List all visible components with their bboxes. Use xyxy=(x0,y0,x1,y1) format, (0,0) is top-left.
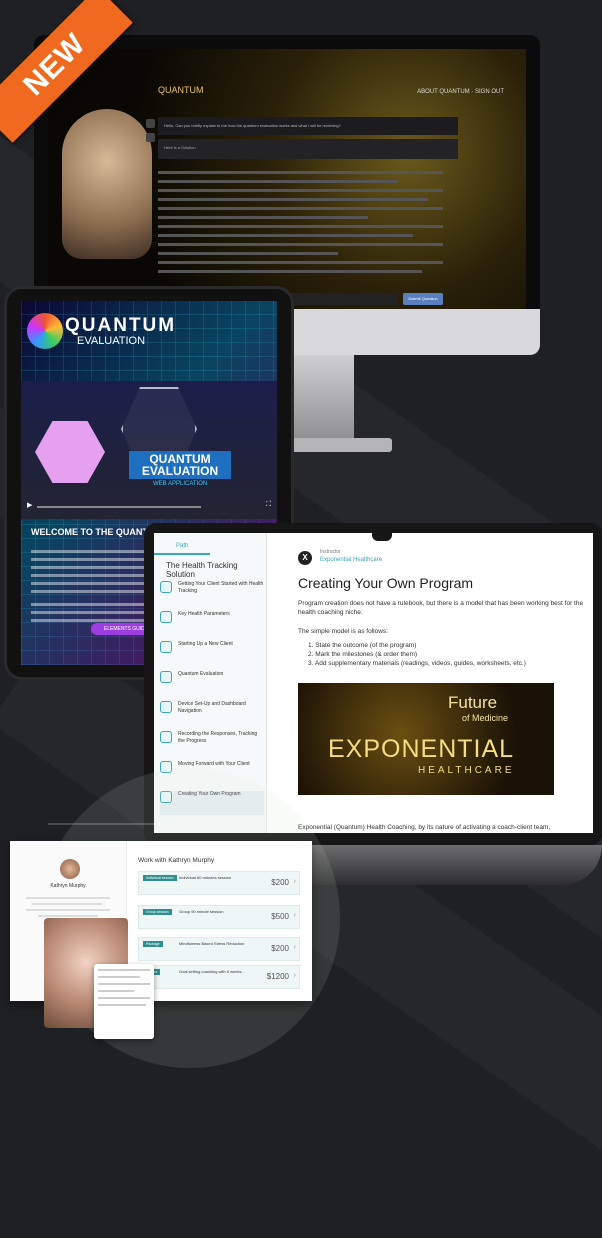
video-subtitle: WEB APPLICATION xyxy=(153,481,208,487)
lesson-item[interactable]: Starting Up a New Client xyxy=(160,641,264,665)
offer-title: Goal setting coaching with 6 weeks... xyxy=(179,969,245,974)
check-icon xyxy=(160,731,172,743)
bio-line xyxy=(26,897,110,899)
content-title: Creating Your Own Program xyxy=(298,575,474,591)
step-item: 2. Mark the milestones (& order them) xyxy=(308,651,418,658)
decorative-line xyxy=(48,823,278,825)
track-title: The Health Tracking Solution xyxy=(166,561,238,579)
course-banner-image: Future of Medicine EXPONENTIAL HEALTHCAR… xyxy=(298,683,554,795)
top-nav[interactable]: ABOUT QUANTUM · SIGN OUT xyxy=(417,89,504,95)
lesson-item[interactable]: Quantum Evaluation xyxy=(160,671,264,695)
offer-price: $200 xyxy=(271,944,289,953)
chevron-right-icon[interactable]: › xyxy=(294,972,296,979)
content-footer-text: Exponential (Quantum) Health Coaching, b… xyxy=(298,824,551,831)
offer-title: Group 90 minute session xyxy=(179,909,224,914)
model-intro: The simple model is as follows: xyxy=(298,628,388,635)
bio-line xyxy=(26,909,110,911)
bio-line xyxy=(32,903,102,905)
hexagon-panel xyxy=(35,421,105,483)
brand-title: QUANTUM xyxy=(65,315,177,336)
copy-icon[interactable] xyxy=(146,119,155,128)
chat-answer-body xyxy=(158,165,458,285)
check-icon xyxy=(160,671,172,683)
work-title: Work with Kathryn Murphy xyxy=(138,857,215,864)
video-progress[interactable] xyxy=(37,506,201,508)
brand-subtitle: EVALUATION xyxy=(77,335,146,347)
video-player[interactable]: QUANTUM EVALUATION WEB APPLICATION ▶ ⛶ xyxy=(21,381,277,519)
quantum-logo-icon xyxy=(27,313,63,349)
offer-title: Mindfulness Based Stress Reduction xyxy=(179,941,245,946)
check-icon xyxy=(160,611,172,623)
check-icon xyxy=(160,701,172,713)
welcome-heading: WELCOME TO THE QUANTUM xyxy=(31,527,162,537)
offer-row[interactable]: Individual session Individual 60 minutes… xyxy=(138,871,300,895)
fullscreen-icon[interactable]: ⛶ xyxy=(266,501,271,509)
tab-underline xyxy=(154,553,210,555)
offer-price: $1200 xyxy=(266,972,289,981)
offer-tag: Individual session xyxy=(143,875,177,881)
chat-answer-header: Here is a Solution xyxy=(158,139,458,159)
instructor-avatar-icon: X xyxy=(298,551,312,565)
message-card xyxy=(94,964,154,1039)
chevron-right-icon[interactable]: › xyxy=(294,878,296,885)
offer-title: Individual 60 minutes session xyxy=(179,875,232,880)
banner-exponential: EXPONENTIAL xyxy=(328,735,515,763)
check-icon xyxy=(160,581,172,593)
step-item: 3. Add supplementary materials (readings… xyxy=(308,660,526,667)
tab-path[interactable]: Path xyxy=(176,543,188,549)
offer-price: $500 xyxy=(271,912,289,921)
ai-face-image xyxy=(62,109,152,259)
banner-healthcare: HEALTHCARE xyxy=(418,765,515,776)
banner-of-medicine: of Medicine xyxy=(462,713,509,723)
offer-tag: Package xyxy=(143,941,163,947)
camera-notch xyxy=(372,531,392,541)
offer-tag: Group session xyxy=(143,909,172,915)
offer-row[interactable]: Course Goal setting coaching with 6 week… xyxy=(138,965,300,989)
app-logo[interactable]: QUANTUM xyxy=(158,85,204,95)
lesson-item[interactable]: Key Health Parameters xyxy=(160,611,264,635)
coach-name: Kathryn Murphy xyxy=(50,883,86,889)
check-icon xyxy=(160,641,172,653)
instructor-name[interactable]: Exponential Healthcare xyxy=(320,557,382,563)
lesson-item[interactable]: Device Set-Up and Dashboard Navigation xyxy=(160,701,264,725)
intro-text: Program creation does not have a ruleboo… xyxy=(298,600,584,616)
chat-question: Hello. Can you briefly explain to me how… xyxy=(158,117,458,135)
share-icon[interactable] xyxy=(146,133,155,142)
step-item: 1. State the outcome (of the program) xyxy=(308,642,417,649)
lesson-item[interactable]: Getting Your Client Started with Health … xyxy=(160,581,264,605)
banner-future: Future xyxy=(448,693,498,712)
monitor-stand xyxy=(290,355,354,443)
video-title: QUANTUM EVALUATION xyxy=(129,451,231,479)
lesson-item[interactable]: Recording the Responses, Tracking the Pr… xyxy=(160,731,264,755)
desktop-screen: QUANTUM ABOUT QUANTUM · SIGN OUT Hello. … xyxy=(48,49,526,309)
submit-question-button[interactable]: Submit Question xyxy=(403,293,443,305)
chevron-right-icon[interactable]: › xyxy=(294,944,296,951)
chevron-right-icon[interactable]: › xyxy=(294,912,296,919)
avatar xyxy=(60,859,80,879)
offer-row[interactable]: Group session Group 90 minute session $5… xyxy=(138,905,300,929)
bio-line xyxy=(38,915,98,917)
offer-row[interactable]: Package Mindfulness Based Stress Reducti… xyxy=(138,937,300,961)
video-controls[interactable]: ▶ ⛶ xyxy=(27,501,271,511)
offer-price: $200 xyxy=(271,878,289,887)
play-icon[interactable]: ▶ xyxy=(27,501,32,509)
instructor-label: Instructor xyxy=(320,549,341,555)
